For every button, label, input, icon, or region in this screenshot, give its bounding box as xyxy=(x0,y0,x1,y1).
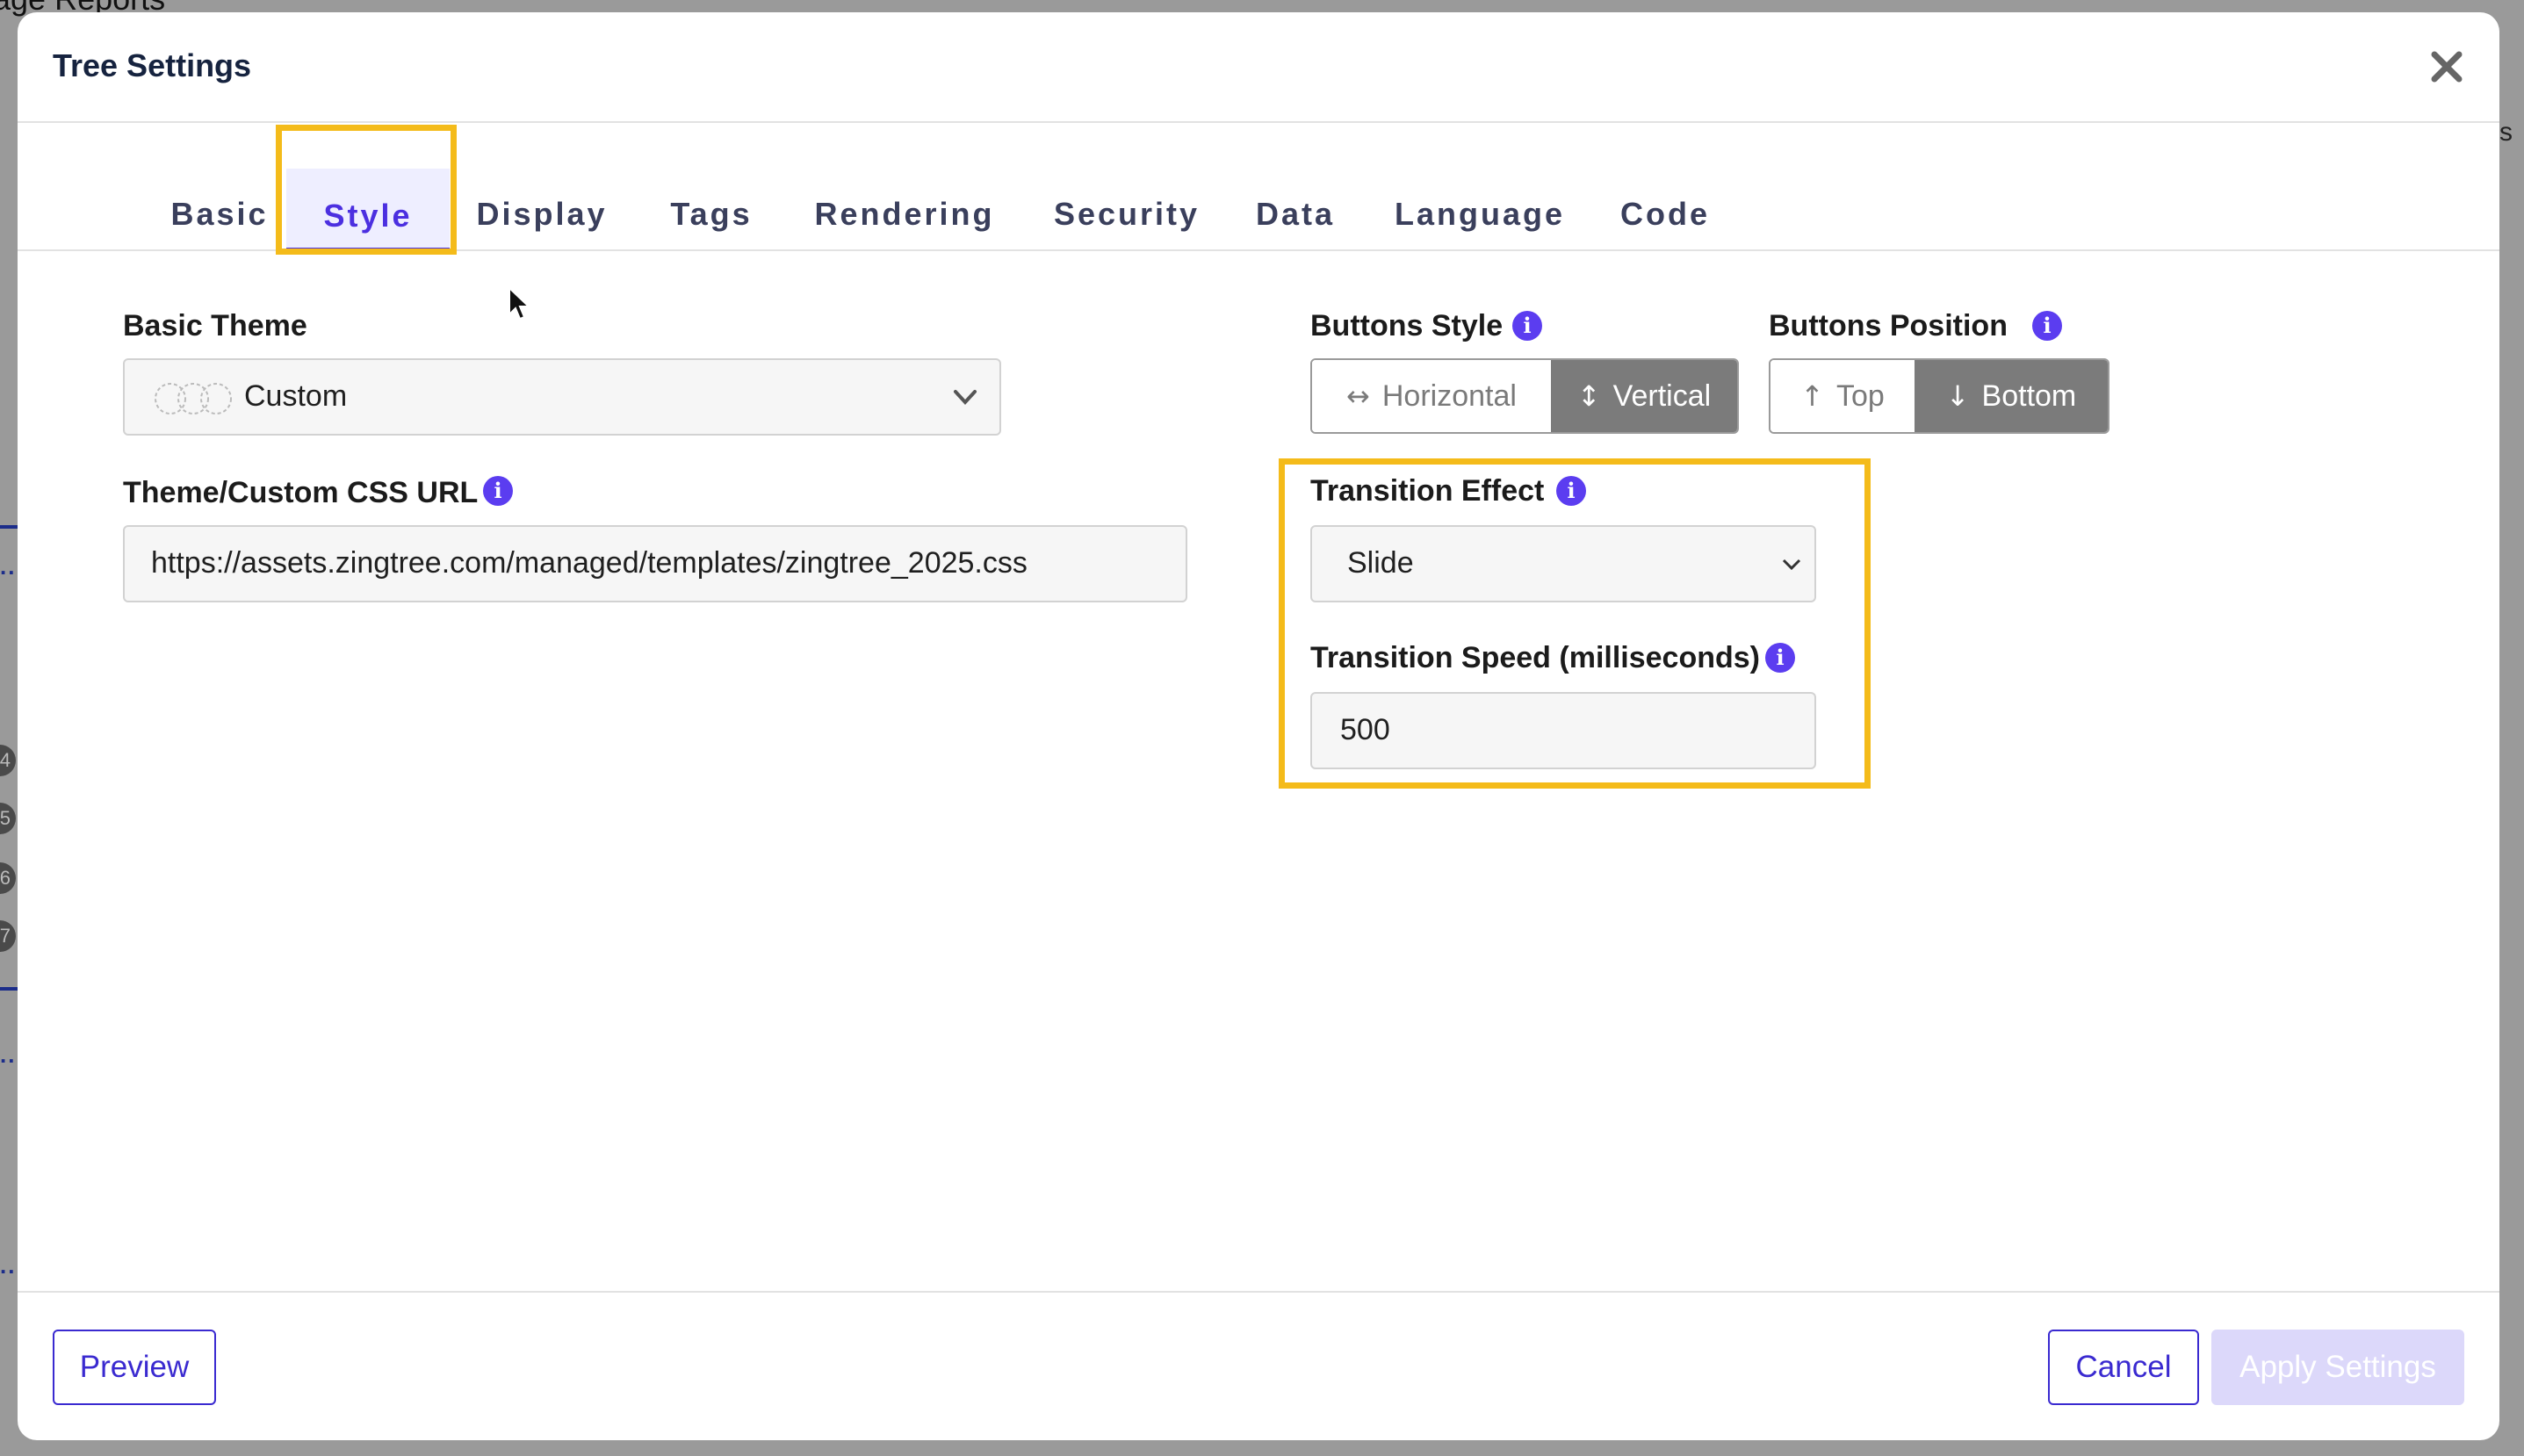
buttons-position-label: Buttons Position xyxy=(1769,309,2008,342)
info-icon[interactable]: i xyxy=(2032,311,2062,341)
apply-settings-button[interactable]: Apply Settings xyxy=(2211,1330,2464,1405)
background-badge: 7 xyxy=(0,920,16,952)
tree-settings-modal: Tree Settings Basic Style Display Tags R… xyxy=(18,12,2499,1440)
cancel-button[interactable]: Cancel xyxy=(2048,1330,2199,1405)
background-rule xyxy=(0,987,19,991)
css-url-label: Theme/Custom CSS URL xyxy=(123,476,479,509)
mouse-cursor-icon xyxy=(508,286,530,321)
settings-tabs: Basic Style Display Tags Rendering Secur… xyxy=(18,125,2499,253)
buttons-style-toggle: ↔ Horizontal ↕ Vertical xyxy=(1310,358,1739,434)
info-icon[interactable]: i xyxy=(1556,476,1586,506)
chevron-down-icon xyxy=(954,390,977,405)
transition-speed-value: 500 xyxy=(1340,713,1390,746)
top-option-label: Top xyxy=(1835,378,1885,413)
vertical-option[interactable]: ↕ Vertical xyxy=(1551,360,1737,432)
vertical-arrows-icon: ↕ xyxy=(1576,379,1601,413)
tab-basic[interactable]: Basic xyxy=(149,125,290,251)
active-tab-underline xyxy=(286,248,450,253)
basic-theme-label: Basic Theme xyxy=(123,309,307,342)
tab-code[interactable]: Code xyxy=(1605,125,1725,251)
tab-tags[interactable]: Tags xyxy=(652,125,771,251)
tab-display[interactable]: Display xyxy=(462,125,622,251)
transition-speed-input[interactable]: 500 xyxy=(1310,692,1816,769)
top-option[interactable]: ↑ Top xyxy=(1770,360,1915,432)
tab-language[interactable]: Language xyxy=(1381,125,1579,251)
background-badge: 6 xyxy=(0,862,16,894)
arrow-down-icon: ↓ xyxy=(1945,379,1970,413)
background-letter: s xyxy=(2499,118,2513,147)
tab-rendering[interactable]: Rendering xyxy=(801,125,1008,251)
bottom-option[interactable]: ↓ Bottom xyxy=(1915,360,2108,432)
horizontal-option[interactable]: ↔ Horizontal xyxy=(1312,360,1551,432)
vertical-option-label: Vertical xyxy=(1612,378,1712,413)
chevron-down-icon xyxy=(1782,559,1801,571)
css-url-input[interactable]: https://assets.zingtree.com/managed/temp… xyxy=(123,525,1187,602)
info-icon[interactable]: i xyxy=(1765,643,1795,673)
transition-effect-value: Slide xyxy=(1347,546,1414,580)
background-badge: 4 xyxy=(0,745,16,776)
modal-title: Tree Settings xyxy=(53,47,252,83)
tab-security[interactable]: Security xyxy=(1036,125,1217,251)
bottom-option-label: Bottom xyxy=(1981,378,2077,413)
info-icon[interactable]: i xyxy=(1512,311,1542,341)
tab-data[interactable]: Data xyxy=(1238,125,1352,251)
arrow-up-icon: ↑ xyxy=(1800,379,1824,413)
preview-button[interactable]: Preview xyxy=(53,1330,216,1405)
buttons-position-toggle: ↑ Top ↓ Bottom xyxy=(1769,358,2109,434)
transition-effect-select[interactable]: Slide xyxy=(1310,525,1816,602)
transition-speed-label: Transition Speed (milliseconds) xyxy=(1310,641,1760,674)
background-badge: 5 xyxy=(0,803,16,834)
horizontal-option-label: Horizontal xyxy=(1381,378,1517,413)
basic-theme-value: Custom xyxy=(244,379,348,413)
css-url-value: https://assets.zingtree.com/managed/temp… xyxy=(151,546,1028,580)
modal-header: Tree Settings xyxy=(18,12,2499,123)
basic-theme-select[interactable]: Custom xyxy=(123,358,1001,436)
buttons-style-label: Buttons Style xyxy=(1310,309,1504,342)
background-rule xyxy=(0,525,19,529)
modal-footer: Preview Cancel Apply Settings xyxy=(18,1291,2499,1440)
tab-style[interactable]: Style xyxy=(286,169,450,253)
close-icon[interactable] xyxy=(2426,46,2468,88)
transition-effect-label: Transition Effect xyxy=(1310,474,1545,508)
tab-style-label: Style xyxy=(323,198,413,234)
horizontal-arrows-icon: ↔ xyxy=(1346,379,1370,413)
theme-swatch-icon xyxy=(155,383,232,414)
info-icon[interactable]: i xyxy=(483,476,513,506)
